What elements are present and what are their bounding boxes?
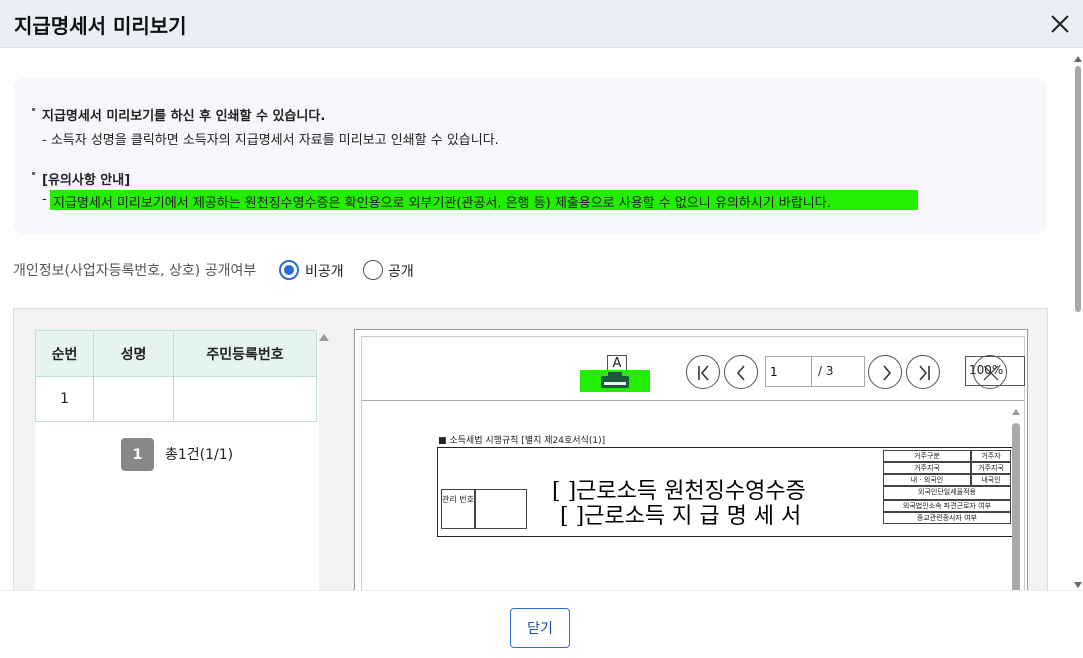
bullet-icon: [32, 108, 35, 111]
dialog-title: 지급명세서 미리보기: [14, 14, 187, 38]
doc-cell: 거주자: [971, 450, 1011, 462]
doc-cell: 거주지국: [883, 462, 971, 474]
notice-line-4: 지급명세서 미리보기에서 제공하는 원천징수영수증은 확인용으로 외부기관(관공…: [53, 196, 831, 211]
radio-public-label[interactable]: 공개: [388, 261, 414, 281]
printer-icon: [601, 372, 629, 388]
page-number-input[interactable]: [766, 357, 812, 386]
print-button[interactable]: [580, 370, 650, 392]
dialog-footer: 닫기: [0, 590, 1083, 658]
notice-line-3: [유의사항 안내]: [42, 173, 131, 188]
dialog-body: 지급명세서 미리보기를 하신 후 인쇄할 수 있습니다. - 소득자 성명을 클…: [0, 48, 1083, 590]
first-page-button[interactable]: [686, 355, 720, 389]
notice-box: 지급명세서 미리보기를 하신 후 인쇄할 수 있습니다. - 소득자 성명을 클…: [14, 78, 1047, 234]
doc-cell: 외국인단일세율적용: [883, 486, 1011, 500]
viewer-scrollbar[interactable]: [1010, 403, 1022, 590]
scroll-thumb[interactable]: [1075, 66, 1081, 312]
doc-cell: 내국인: [971, 474, 1011, 486]
chevron-right-icon: [883, 365, 892, 381]
page-navigator: / 3: [765, 356, 865, 387]
scroll-up-icon[interactable]: [1074, 56, 1082, 62]
privacy-label: 개인정보(사업자등록번호, 상호) 공개여부: [13, 263, 257, 279]
table-row[interactable]: 1: [35, 376, 317, 422]
page-badge[interactable]: 1: [121, 438, 154, 471]
cell-name[interactable]: [93, 376, 174, 422]
notice-line-2: - 소득자 성명을 클릭하면 소득자의 지급명세서 자료를 미리보고 인쇄할 수…: [42, 133, 499, 148]
zoom-close-icon: [983, 365, 999, 381]
doc-cell: 거주구분: [883, 450, 971, 462]
notice-dash: -: [42, 192, 47, 207]
next-page-button[interactable]: [868, 355, 902, 389]
doc-cell: 외국법인소속 파견근로자 여부: [883, 500, 1011, 512]
total-count: 총1건(1/1): [165, 447, 234, 463]
dialog-header: 지급명세서 미리보기: [0, 0, 1083, 48]
radio-private[interactable]: [279, 260, 299, 280]
col-header-no: 순번: [35, 330, 94, 377]
recipient-list: 순번 성명 주민등록번호 1 1 총1건(1/1): [35, 330, 319, 590]
mgmt-number-label: 관리 번호: [441, 489, 475, 529]
report-viewer: A 1 / 3 100% ■ 소득세법 시행규칙 [별지 제24호서식(1)] …: [354, 329, 1028, 590]
page-of-total: / 3: [818, 364, 834, 378]
close-icon[interactable]: [1046, 10, 1074, 38]
document-preview: ■ 소득세법 시행규칙 [별지 제24호서식(1)] [ ]근로소득 원천징수영…: [362, 403, 1012, 590]
mgmt-number-cell: [475, 489, 527, 529]
dialog-scrollbar[interactable]: [1073, 56, 1083, 588]
scroll-up-icon[interactable]: [1012, 409, 1020, 415]
col-header-rrn: 주민등록번호: [173, 330, 317, 377]
preview-frame: 순번 성명 주민등록번호 1 1 총1건(1/1) A 1 / 3 100% ■…: [13, 308, 1048, 590]
cell-rrn: [173, 376, 317, 422]
bullet-icon: [32, 172, 35, 175]
doc-cell: 거주지국: [971, 462, 1011, 474]
doc-title-2: [ ]근로소득 지 급 명 세 서: [560, 504, 802, 529]
notice-line-1: 지급명세서 미리보기를 하신 후 인쇄할 수 있습니다.: [42, 109, 326, 124]
last-page-button[interactable]: [906, 355, 940, 389]
doc-cell: 내 · 외국인: [883, 474, 971, 486]
radio-public[interactable]: [363, 260, 383, 280]
scroll-thumb[interactable]: [1012, 423, 1020, 590]
cell-no: 1: [35, 376, 94, 422]
first-page-icon: [698, 365, 709, 381]
zoom-reset-button[interactable]: [973, 355, 1007, 389]
scroll-down-icon[interactable]: [1074, 582, 1082, 588]
col-header-name: 성명: [93, 330, 174, 377]
close-button[interactable]: 닫기: [510, 608, 570, 648]
viewer-toolbar: A 1 / 3 100%: [362, 337, 1025, 401]
last-page-icon: [919, 365, 930, 381]
viewer-inner: A 1 / 3 100% ■ 소득세법 시행규칙 [별지 제24호서식(1)] …: [361, 336, 1025, 590]
scroll-up-icon[interactable]: [319, 334, 329, 341]
doc-caption: ■ 소득세법 시행규칙 [별지 제24호서식(1)]: [438, 436, 606, 446]
recipient-table: 순번 성명 주민등록번호 1: [35, 330, 317, 422]
prev-page-button[interactable]: [724, 355, 758, 389]
doc-cell: 종교관련종사자 여부: [883, 512, 1011, 524]
radio-private-label[interactable]: 비공개: [305, 261, 344, 281]
chevron-left-icon: [736, 365, 745, 381]
